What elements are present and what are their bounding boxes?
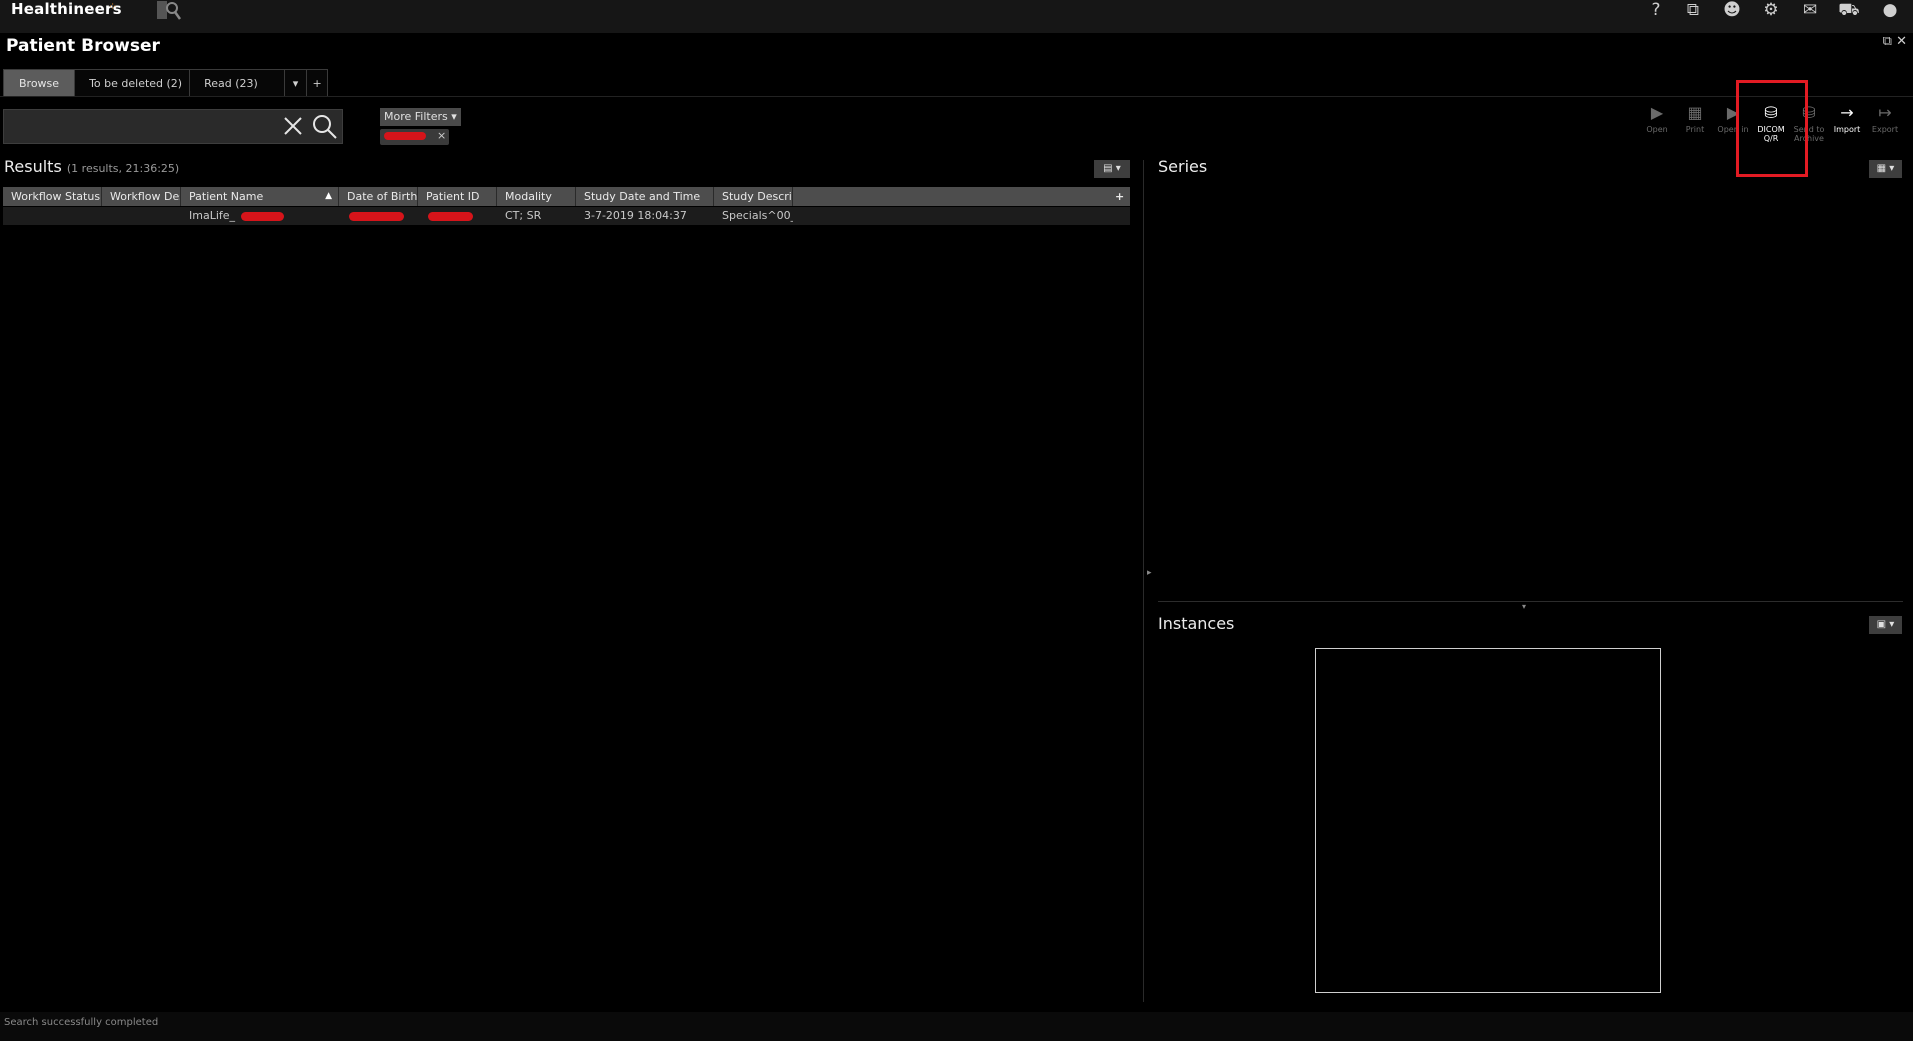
users-icon[interactable]: ☻	[1717, 0, 1747, 20]
clear-search-icon[interactable]	[282, 115, 304, 137]
import-label: Import	[1833, 125, 1861, 134]
expand-panel-icon[interactable]: ▸	[1147, 568, 1152, 578]
instances-title: Instances	[1158, 614, 1235, 633]
mail-icon[interactable]: ✉	[1795, 0, 1825, 20]
tab-read[interactable]: Read (23)	[189, 69, 285, 97]
cell-modality: CT; SR	[505, 209, 542, 222]
patient-name-text: ImaLife_	[189, 209, 236, 222]
highlight-box	[1736, 80, 1808, 177]
results-meta: (1 results, 21:36:25)	[66, 162, 180, 175]
patient-search-icon[interactable]	[154, 0, 184, 24]
status-bar	[0, 1012, 1913, 1041]
redacted-filter-value	[384, 132, 426, 140]
page-title: Patient Browser	[6, 36, 160, 56]
print-button[interactable]: ▦ Print	[1676, 103, 1714, 134]
add-tab-button[interactable]: +	[306, 69, 329, 97]
collapse-arrow-icon[interactable]: ▾	[1522, 602, 1526, 611]
search-icon[interactable]	[310, 112, 340, 140]
results-title: Results (1 results, 21:36:25)	[4, 157, 179, 176]
close-icon[interactable]: ✕	[1896, 34, 1907, 49]
column-study-description[interactable]: Study Descripti...	[714, 187, 793, 206]
avatar-icon[interactable]: ●	[1875, 0, 1905, 20]
window-controls: ⧉ ✕	[1883, 34, 1907, 49]
series-instances-divider[interactable]	[1158, 601, 1903, 602]
redacted-patient-name	[241, 212, 284, 221]
results-table-header: Workflow Status Workflow Desc... Patient…	[3, 187, 1130, 206]
column-workflow-desc[interactable]: Workflow Desc...	[102, 187, 181, 206]
remove-filter-icon[interactable]: ×	[437, 129, 446, 142]
panel-splitter[interactable]	[1143, 160, 1144, 1002]
more-filters-button[interactable]: More Filters ▾	[380, 108, 461, 126]
help-icon[interactable]: ?	[1641, 0, 1671, 20]
column-modality[interactable]: Modality	[497, 187, 576, 206]
print-icon: ▦	[1687, 103, 1703, 122]
series-title: Series	[1158, 157, 1208, 176]
window-switch-icon[interactable]: ⧉	[1678, 0, 1708, 20]
instances-view-menu-button[interactable]: ▣ ▾	[1869, 616, 1902, 634]
column-patient-name-label: Patient Name	[189, 190, 264, 203]
open-button[interactable]: ▶ Open	[1638, 103, 1676, 134]
column-patient-name[interactable]: Patient Name ▲	[181, 187, 339, 206]
open-label: Open	[1646, 125, 1668, 134]
undock-icon[interactable]: ⧉	[1883, 34, 1892, 49]
cell-study-date-time: 3-7-2019 18:04:37	[584, 209, 687, 222]
gear-icon[interactable]: ⚙	[1756, 0, 1786, 20]
cell-study-description: Specials^00_I...	[722, 209, 793, 222]
tab-bar: Browse To be deleted (2) Read (23) ▾ +	[3, 69, 329, 97]
tab-divider	[0, 96, 1913, 97]
tab-browse[interactable]: Browse	[3, 69, 75, 97]
brand-logo-text: Healthineers	[11, 0, 122, 18]
series-view-menu-button[interactable]: ▦ ▾	[1869, 160, 1902, 178]
import-button[interactable]: → Import	[1828, 103, 1866, 134]
cell-patient-name: ImaLife_	[181, 207, 339, 225]
column-date-of-birth[interactable]: Date of Birth	[339, 187, 418, 206]
open-icon: ▶	[1650, 103, 1664, 122]
instance-preview-frame[interactable]	[1315, 648, 1661, 993]
column-workflow-status[interactable]: Workflow Status	[3, 187, 102, 206]
export-label: Export	[1871, 125, 1899, 134]
filter-chip[interactable]: ×	[380, 129, 449, 145]
status-text: Search successfully completed	[4, 1017, 159, 1028]
table-row[interactable]: ImaLife_ CT; SR 3-7-2019 18:04:37 Specia…	[3, 207, 1130, 225]
export-icon: ↦	[1878, 103, 1892, 122]
import-icon: →	[1840, 103, 1854, 122]
add-column-button[interactable]: +	[1108, 187, 1130, 206]
cell-date-of-birth	[339, 207, 418, 225]
cart-icon[interactable]: ⛟	[1834, 0, 1864, 20]
top-app-bar	[0, 0, 1913, 33]
tab-to-be-deleted[interactable]: To be deleted (2)	[74, 69, 190, 97]
brand-logo-dots-icon: ⁘	[108, 0, 118, 13]
print-label: Print	[1685, 125, 1705, 134]
results-view-menu-button[interactable]: ▤ ▾	[1094, 160, 1130, 178]
cell-patient-id	[418, 207, 497, 225]
redacted-date-of-birth	[349, 212, 404, 221]
results-title-text: Results	[4, 157, 62, 176]
column-study-date-time[interactable]: Study Date and Time	[576, 187, 714, 206]
column-patient-id[interactable]: Patient ID	[418, 187, 497, 206]
sort-ascending-icon: ▲	[325, 191, 332, 201]
tab-dropdown-button[interactable]: ▾	[284, 69, 307, 97]
export-button[interactable]: ↦ Export	[1866, 103, 1904, 134]
redacted-patient-id	[428, 212, 473, 221]
